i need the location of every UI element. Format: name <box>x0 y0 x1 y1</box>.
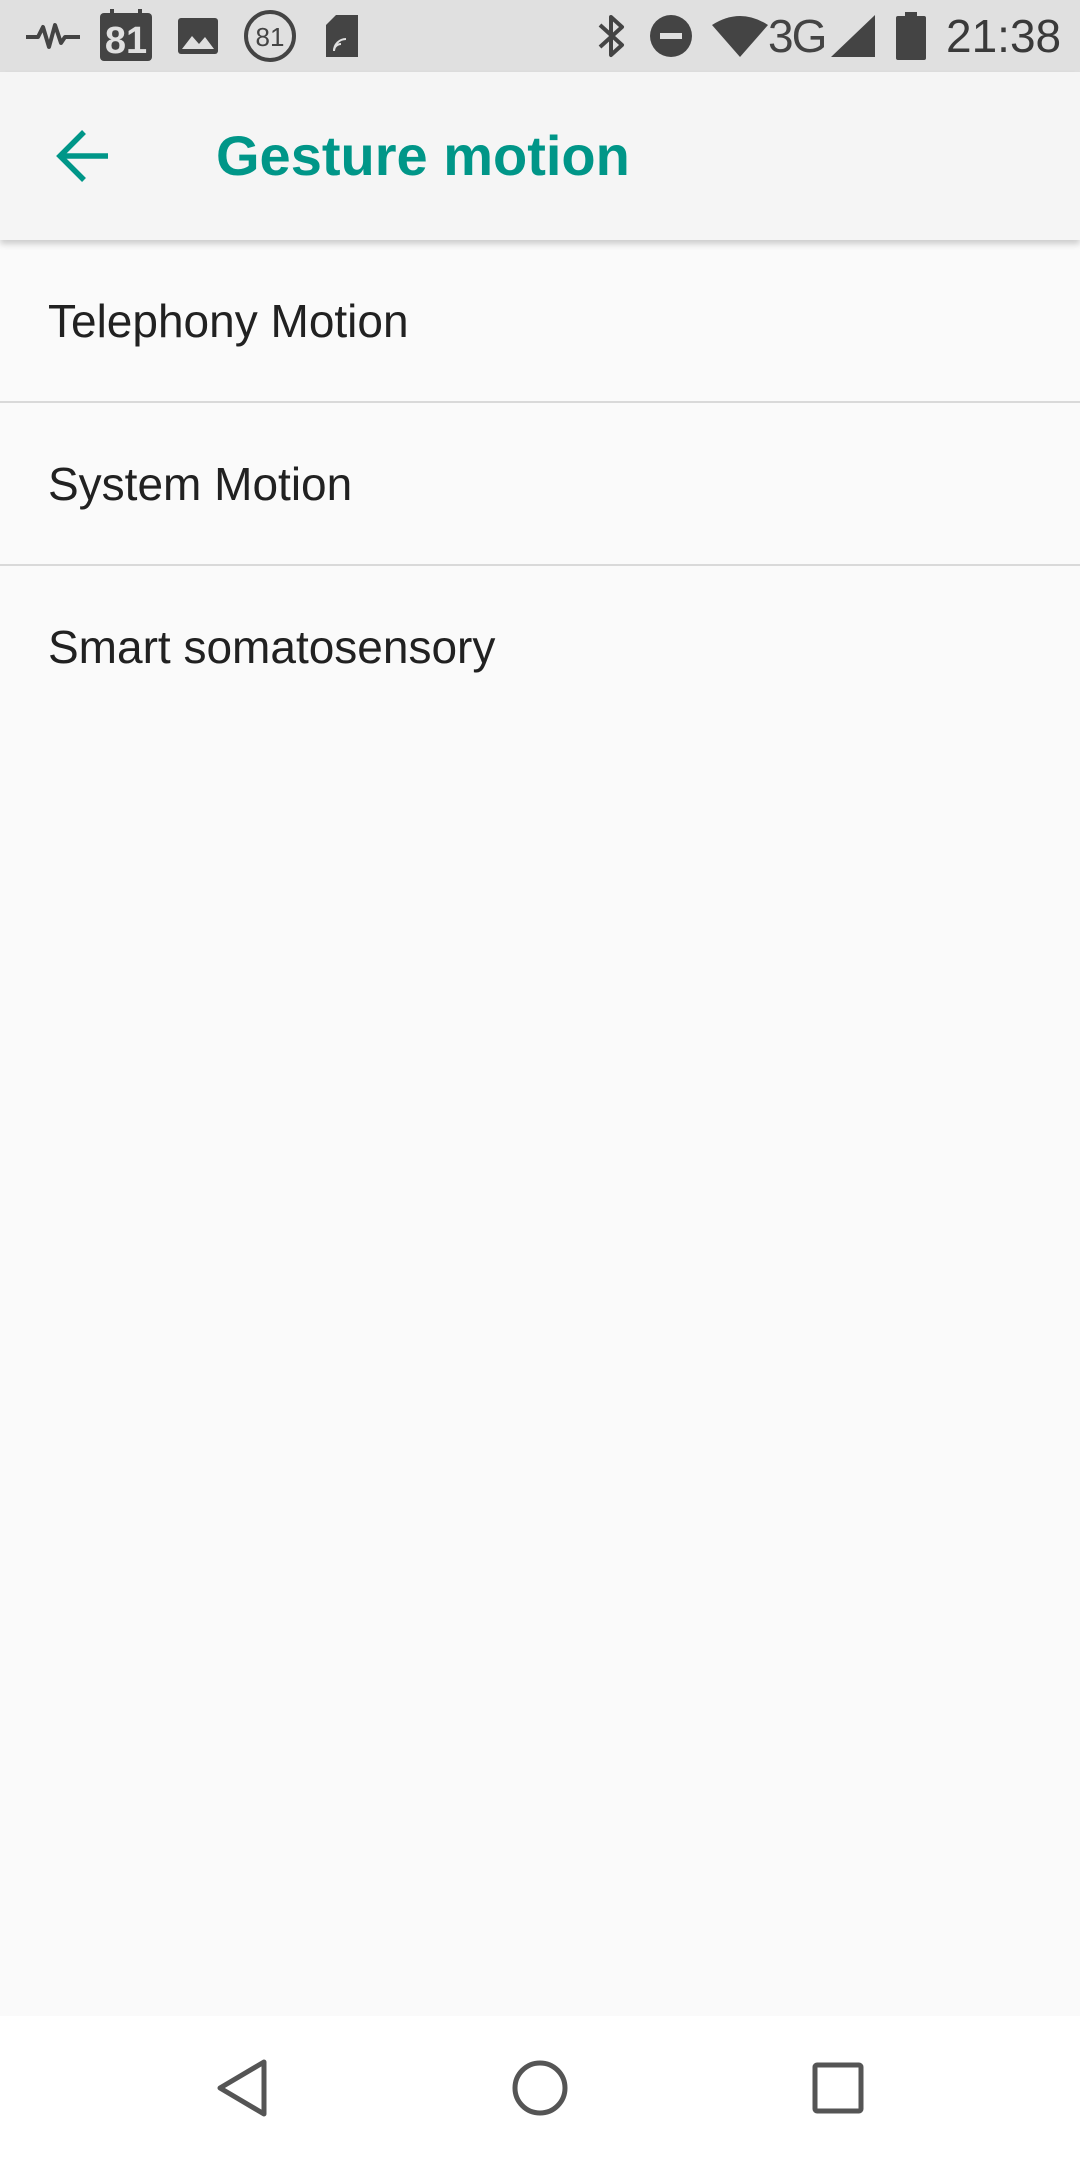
nav-bar <box>0 2016 1080 2160</box>
bluetooth-icon <box>592 0 632 72</box>
arrow-left-icon <box>56 130 108 182</box>
cell-signal-icon <box>830 0 876 72</box>
home-circle-icon <box>512 2060 568 2116</box>
circle-81-icon: 81 <box>242 0 298 72</box>
heartbeat-icon <box>24 0 82 72</box>
back-triangle-icon <box>217 2059 267 2117</box>
page-title: Gesture motion <box>216 124 630 187</box>
list-item-smart-somatosensory[interactable]: Smart somatosensory <box>0 566 1080 727</box>
settings-list: Telephony Motion System Motion Smart som… <box>0 240 1080 727</box>
recents-square-icon <box>812 2062 864 2114</box>
circle-number: 81 <box>256 22 285 52</box>
nav-back-button[interactable] <box>194 2040 290 2136</box>
battery-icon <box>894 0 928 72</box>
image-icon <box>176 0 220 72</box>
sd-card-icon <box>322 0 362 72</box>
nav-home-button[interactable] <box>492 2040 588 2136</box>
wifi-icon <box>712 0 768 72</box>
status-time: 21:38 <box>946 10 1062 62</box>
list-item-label: Smart somatosensory <box>48 620 496 673</box>
status-bar: 81 81 3G 21:38 <box>0 0 1080 72</box>
badge-81-icon: 81 <box>98 0 154 72</box>
nav-recents-button[interactable] <box>790 2040 886 2136</box>
list-item-system-motion[interactable]: System Motion <box>0 403 1080 564</box>
list-item-label: System Motion <box>48 457 353 510</box>
list-item-label: Telephony Motion <box>48 294 409 347</box>
list-item-telephony-motion[interactable]: Telephony Motion <box>0 240 1080 401</box>
network-type: 3G <box>768 10 827 62</box>
screen: 81 81 3G 21:38 Gesture motion Telephony … <box>0 0 1080 2160</box>
badge-number: 81 <box>105 20 147 62</box>
app-bar: Gesture motion <box>0 72 1080 240</box>
do-not-disturb-icon <box>648 0 694 72</box>
back-button[interactable] <box>40 112 128 200</box>
